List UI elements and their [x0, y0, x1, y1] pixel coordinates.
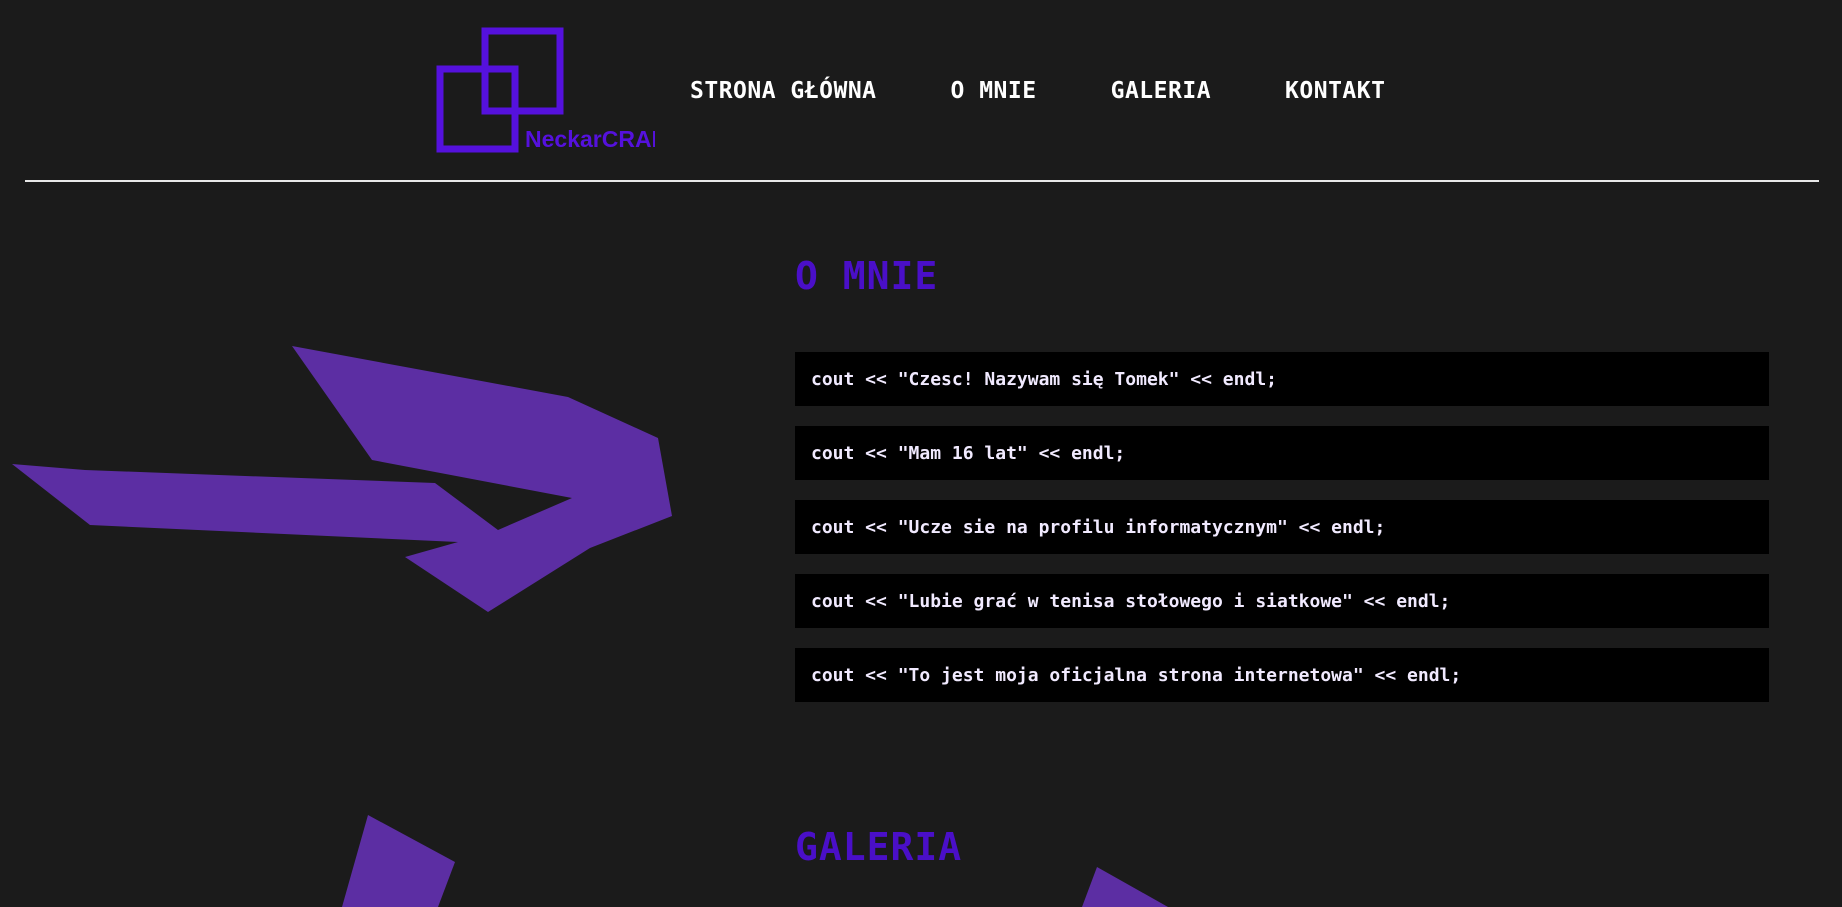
nav-item-gallery[interactable]: GALERIA: [1111, 78, 1211, 104]
site-logo[interactable]: NeckarCRAFT: [435, 26, 655, 156]
about-code-list: cout << "Czesc! Nazywam się Tomek" << en…: [795, 352, 1769, 722]
header-divider: [25, 180, 1819, 182]
nav-item-contact[interactable]: KONTAKT: [1285, 78, 1385, 104]
nav-item-about[interactable]: O MNIE: [951, 78, 1037, 104]
lower-arrow-right-icon: [1082, 867, 1168, 907]
main-nav: STRONA GŁÓWNA O MNIE GALERIA KONTAKT: [690, 78, 1385, 104]
page: NeckarCRAFT STRONA GŁÓWNA O MNIE GALERIA…: [0, 0, 1842, 907]
code-line-2: cout << "Mam 16 lat" << endl;: [795, 426, 1769, 480]
lower-arrow-left-icon: [342, 815, 455, 907]
main-arrow-icon: [12, 346, 672, 612]
gallery-section-title: GALERIA: [795, 825, 963, 869]
nav-item-home[interactable]: STRONA GŁÓWNA: [690, 78, 877, 104]
code-line-4: cout << "Lubie grać w tenisa stołowego i…: [795, 574, 1769, 628]
logo-text: NeckarCRAFT: [525, 126, 655, 152]
code-line-3: cout << "Ucze sie na profilu informatycz…: [795, 500, 1769, 554]
code-line-5: cout << "To jest moja oficjalna strona i…: [795, 648, 1769, 702]
code-line-1: cout << "Czesc! Nazywam się Tomek" << en…: [795, 352, 1769, 406]
about-section-title: O MNIE: [795, 254, 939, 298]
